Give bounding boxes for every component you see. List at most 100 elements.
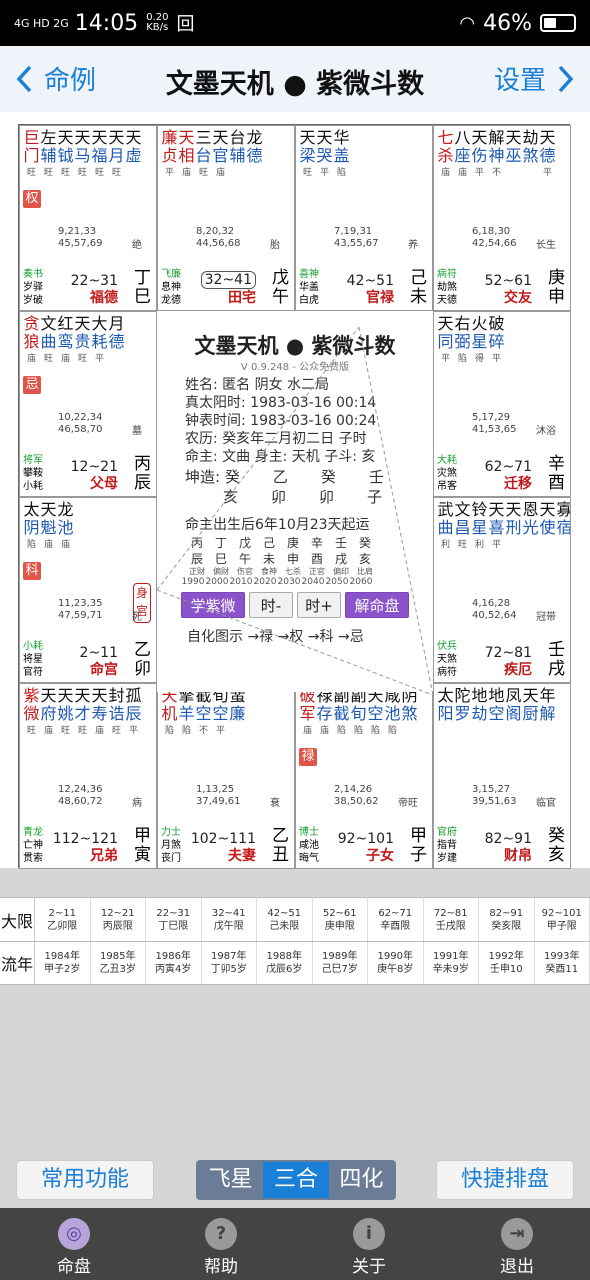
palace-name: 财帛	[504, 848, 532, 864]
palace-cell[interactable]: 巨门旺左辅旺天钺旺天马旺天福旺天月旺天虚权 9,21,33 45,57,69 绝奏书岁…	[19, 125, 157, 311]
changsheng-label: 绝	[132, 240, 142, 251]
back-button[interactable]: 命例	[14, 60, 96, 97]
liunian-cell[interactable]: 1987年 丁卯5岁	[202, 942, 257, 984]
daxian-cell[interactable]: 92~101 甲子限	[535, 898, 590, 941]
status-bar: 4G HD 2G 14:05 0.20 KB/s 回 ◠ 46%	[0, 0, 590, 46]
palace-cell[interactable]: 武曲利文昌旺铃星利天喜平天刑恩光天使寡宿 4,16,28 40,52,64 冠带 伏兵天…	[433, 497, 571, 683]
battery-icon	[540, 14, 576, 32]
liunian-row: 流年 1984年 甲子2岁 1985年 乙丑3岁 1986年 丙寅4岁 1987年 丁卯5岁 1…	[0, 941, 590, 985]
hour-minus-button[interactable]: 时-	[249, 592, 293, 618]
ganzhi: 戊午	[272, 268, 289, 307]
age-numbers: 1,13,25 37,49,61	[196, 784, 241, 807]
star: 天机陷	[161, 686, 178, 737]
sihua-tag: 禄	[299, 748, 317, 766]
tab-mingpan[interactable]: ◎ 命盘	[29, 1208, 119, 1280]
ganzhi: 庚申	[548, 268, 565, 307]
daxian-cell[interactable]: 22~31 丁巳限	[146, 898, 202, 941]
tab-exit[interactable]: ⇥ 退出	[472, 1208, 562, 1280]
age-numbers: 8,20,32 44,56,68	[196, 226, 241, 249]
tab-help[interactable]: ? 帮助	[176, 1208, 266, 1280]
star-list: 太阴陷天魁庙龙池庙	[23, 500, 74, 551]
birth-info: 姓名: 匿名 阴女 水二局 真太阳时: 1983-03-16 00:14 钟表时间:…	[185, 377, 377, 465]
palace-name: 疾厄	[504, 662, 532, 678]
ganzhi: 癸亥	[548, 826, 565, 865]
star: 天马旺	[74, 128, 91, 179]
star: 天府庙	[40, 686, 57, 737]
palace-cell[interactable]: 天同平右弼陷火星得破碎平 5,17,29 41,53,65 沐浴 大耗 灾煞 吊客 62~71…	[433, 311, 571, 497]
star: 旬空平	[212, 686, 229, 737]
liunian-cell[interactable]: 1985年 乙丑3岁	[91, 942, 146, 984]
ganzhi: 己未	[410, 268, 427, 307]
star: 凤阁	[505, 686, 522, 723]
palace-cell[interactable]: 廉贞平天相庙三台旺天官庙台辅龙德 8,20,32 44,56,68 胎飞廉 息神 龙德 32…	[157, 125, 295, 311]
seg-sanhe[interactable]: 三合	[263, 1162, 329, 1198]
shensha-list: 大耗 灾煞 吊客	[437, 455, 457, 492]
dayun-branches: 辰巳午未申酉戌亥	[190, 552, 371, 566]
learn-ziwei-button[interactable]: 学紫微	[181, 592, 245, 618]
star: 截空不	[195, 686, 212, 737]
quick-chart-button[interactable]: 快捷排盘	[436, 1160, 574, 1200]
star: 天梁旺	[299, 128, 316, 179]
age-numbers: 9,21,33 45,57,69	[58, 226, 103, 249]
ganzhi: 甲寅	[134, 826, 151, 865]
star: 月德	[108, 314, 125, 351]
shensha-list: 飞廉 息神 龙德	[161, 269, 181, 306]
tab-label: 退出	[500, 1257, 534, 1277]
hour-plus-button[interactable]: 时+	[297, 592, 341, 618]
liunian-cell[interactable]: 1986年 丙寅4岁	[146, 942, 202, 984]
daxian-cell[interactable]: 12~21 丙辰限	[91, 898, 146, 941]
help-icon: ?	[205, 1218, 237, 1250]
four-pillars-top: 坤造: 癸乙癸壬	[185, 468, 384, 486]
star: 天魁庙	[40, 500, 57, 551]
liunian-cell[interactable]: 1990年 庚午8岁	[368, 942, 424, 984]
age-numbers: 7,19,31 43,55,67	[334, 226, 379, 249]
exit-icon: ⇥	[501, 1218, 533, 1250]
seg-sihua[interactable]: 四化	[329, 1162, 394, 1198]
palace-cell[interactable]: 天梁旺天哭平华盖陷 7,19,31 43,55,67 养喜神 华盖 白虎 42~51 官禄己未	[295, 125, 433, 311]
daxian-cell[interactable]: 2~11 乙卯限	[35, 898, 91, 941]
daxian-cell[interactable]: 32~41 戊午限	[202, 898, 257, 941]
version-label: V 0.9.248 - 公众免费版	[240, 362, 350, 373]
liunian-cell[interactable]: 1988年 戊辰6岁	[257, 942, 313, 984]
star: 天同平	[437, 314, 454, 365]
daxian-cell[interactable]: 62~71 辛酉限	[368, 898, 424, 941]
palace-cell[interactable]: 天机陷擎羊陷截空不旬空平蜚廉 1,13,25 37,49,61 衰力士 月煞 丧门 102~…	[157, 683, 295, 869]
tab-about[interactable]: i 关于	[324, 1208, 414, 1280]
liunian-cell[interactable]: 1991年 辛未9岁	[424, 942, 479, 984]
palace-cell[interactable]: 七杀庙八座庙天伤平解神不天巫劫煞天德平 6,18,30 42,54,66 长生 病符 劫煞…	[433, 125, 571, 311]
seg-feixing[interactable]: 飞星	[198, 1162, 263, 1198]
star: 陀罗	[454, 686, 471, 723]
daxian-cell[interactable]: 72~81 壬戌限	[424, 898, 479, 941]
liunian-cell[interactable]: 1989年 己巳7岁	[313, 942, 368, 984]
age-numbers: 12,24,36 48,60,72	[58, 784, 103, 807]
age-numbers: 10,22,34 46,58,70	[58, 412, 103, 435]
palace-cell[interactable]: 破军庙禄存庙副截陷副旬陷天空陷咸池陷阴煞禄 2,14,26 38,50,62 帝旺 博士…	[295, 683, 433, 869]
palace-cell[interactable]: 紫微旺天府庙天姚旺天才旺天寿庙封诰旺孤辰平 12,24,36 48,60,72 病青龙…	[19, 683, 157, 869]
star: 龙池庙	[57, 500, 74, 551]
shensha-list: 病符 劫煞 天德	[437, 269, 457, 306]
palace-name: 迁移	[504, 476, 532, 492]
palace-cell[interactable]: 太阳陀罗地劫地空凤阁天厨年解 3,15,27 39,51,63 临官 官府 指背 岁建 82~…	[433, 683, 571, 869]
palace-cell[interactable]: 贪狼庙文曲旺红鸾庙天贵旺大耗平月德忌 10,22,34 46,58,70 墓将军 攀鞍小…	[19, 311, 157, 497]
age-numbers: 3,15,27 39,51,63	[472, 784, 517, 807]
star-list: 七杀庙八座庙天伤平解神不天巫劫煞天德平	[437, 128, 556, 179]
common-functions-button[interactable]: 常用功能	[16, 1160, 154, 1200]
star: 八座庙	[454, 128, 471, 179]
daxian-cell[interactable]: 42~51 己未限	[257, 898, 313, 941]
liunian-cell[interactable]: 1993年 癸酉11	[535, 942, 590, 984]
star: 天相庙	[178, 128, 195, 179]
battery-percent: 46%	[483, 10, 532, 36]
interpret-chart-button[interactable]: 解命盘	[345, 592, 409, 618]
daxian-cell[interactable]: 82~91 癸亥限	[479, 898, 535, 941]
mode-segment: 飞星 三合 四化	[196, 1160, 396, 1200]
liunian-cell[interactable]: 1984年 甲子2岁	[35, 942, 91, 984]
settings-button[interactable]: 设置	[494, 60, 576, 97]
star: 武曲利	[437, 500, 454, 551]
star: 紫微旺	[23, 686, 40, 737]
age-numbers: 4,16,28 40,52,64	[472, 598, 517, 621]
liunian-cell[interactable]: 1992年 壬申10	[479, 942, 535, 984]
star: 阴煞	[401, 686, 418, 723]
star: 天喜平	[488, 500, 505, 551]
daxian-cell[interactable]: 52~61 庚申限	[313, 898, 368, 941]
star-list: 天同平右弼陷火星得破碎平	[437, 314, 505, 365]
